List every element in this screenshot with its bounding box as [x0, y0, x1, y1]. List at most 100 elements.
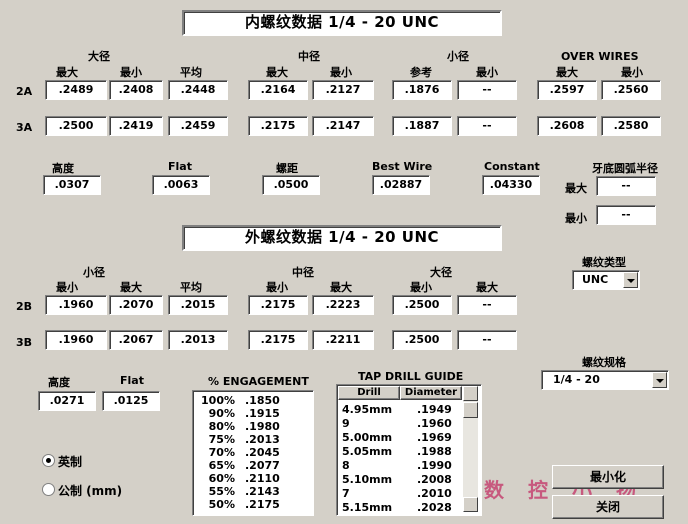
table-row[interactable]: 9 .1960: [339, 417, 459, 431]
field-2a-minor-ref[interactable]: .1876: [392, 80, 452, 100]
root-radius-min[interactable]: --: [596, 205, 656, 225]
row-label-2b: 2B: [16, 300, 33, 313]
thread-spec-value: 1/4 - 20: [553, 373, 600, 386]
col-label: 最小: [410, 281, 432, 294]
imperial-radio[interactable]: [42, 454, 55, 467]
field-2a-major-avg[interactable]: .2448: [168, 80, 228, 100]
field-3a-major-avg[interactable]: .2459: [168, 116, 228, 136]
tap-drill-list[interactable]: Drill Diameter 4.95mm .1949 9 .1960 5.00mm .1…: [336, 384, 482, 516]
chevron-down-icon[interactable]: [623, 272, 638, 288]
table-row[interactable]: 8 .1990: [339, 459, 459, 473]
field-2a-ow-max[interactable]: .2597: [537, 80, 597, 100]
field-3a-pitch-min[interactable]: .2147: [312, 116, 374, 136]
close-button[interactable]: 关闭: [552, 495, 664, 519]
row-label-3a: 3A: [16, 121, 33, 134]
over-wires-header: OVER WIRES: [561, 50, 639, 63]
list-item: 50% .2175: [199, 498, 280, 511]
field-2a-minor-min[interactable]: --: [457, 80, 517, 100]
param-best-wire[interactable]: .02887: [372, 175, 430, 195]
field-2b-pitch-min[interactable]: .2175: [248, 295, 308, 315]
field-3a-ow-max[interactable]: .2608: [537, 116, 597, 136]
field-2b-minor-min[interactable]: .1960: [45, 295, 107, 315]
engagement-percent: 70%: [208, 446, 235, 459]
field-2a-ow-min[interactable]: .2560: [601, 80, 661, 100]
param-height[interactable]: .0307: [43, 175, 101, 195]
thread-spec-label: 螺纹规格: [582, 356, 626, 369]
field-2b-major-min[interactable]: .2500: [392, 295, 452, 315]
drill-cell: 5.00mm: [342, 431, 393, 444]
ext-param-height[interactable]: .0271: [38, 391, 96, 411]
table-row[interactable]: 7 .2010: [339, 487, 459, 501]
field-2a-major-max[interactable]: .2489: [45, 80, 107, 100]
metric-radio[interactable]: [42, 483, 55, 496]
scroll-up-icon[interactable]: [463, 386, 478, 401]
col-label: 最小: [56, 281, 78, 294]
table-row[interactable]: 5.10mm .2008: [339, 473, 459, 487]
diameter-cell: .2010: [417, 487, 452, 500]
thread-spec-select[interactable]: 1/4 - 20: [541, 370, 669, 390]
root-radius-label: 牙底圆弧半径: [592, 162, 658, 175]
field-2a-pitch-max[interactable]: .2164: [248, 80, 308, 100]
field-3a-pitch-max[interactable]: .2175: [248, 116, 308, 136]
tap-drill-scrollbar[interactable]: [463, 386, 478, 512]
param-constant[interactable]: .04330: [482, 175, 540, 195]
engagement-percent: 55%: [208, 485, 235, 498]
drill-cell: 5.10mm: [342, 473, 393, 486]
field-3b-pitch-min[interactable]: .2175: [248, 330, 308, 350]
table-row[interactable]: 5.00mm .1969: [339, 431, 459, 445]
col-label: 最大: [556, 66, 578, 79]
diameter-cell: .1949: [417, 403, 452, 416]
ext-param-flat[interactable]: .0125: [102, 391, 160, 411]
field-3a-major-max[interactable]: .2500: [45, 116, 107, 136]
table-row[interactable]: 5.05mm .1988: [339, 445, 459, 459]
list-item: 75% .2013: [199, 433, 280, 446]
field-3b-minor-min[interactable]: .1960: [45, 330, 107, 350]
diameter-cell: .1969: [417, 431, 452, 444]
root-radius-max[interactable]: --: [596, 176, 656, 196]
diameter-column-header[interactable]: Diameter: [400, 386, 462, 400]
col-label: 最小: [621, 66, 643, 79]
list-item: 55% .2143: [199, 485, 280, 498]
table-row[interactable]: 4.95mm .1949: [339, 403, 459, 417]
field-3b-pitch-max[interactable]: .2211: [312, 330, 374, 350]
drill-cell: 9: [342, 417, 350, 430]
scroll-down-icon[interactable]: [463, 497, 478, 512]
col-label: 平均: [180, 66, 202, 79]
field-2b-minor-max[interactable]: .2070: [109, 295, 163, 315]
imperial-label[interactable]: 英制: [58, 453, 82, 470]
list-item: 65% .2077: [199, 459, 280, 472]
internal-pitch-header: 中径: [298, 50, 320, 63]
external-thread-title: 外螺纹数据 1/4 - 20 UNC: [182, 225, 502, 251]
scroll-thumb[interactable]: [463, 402, 478, 418]
field-3b-minor-avg[interactable]: .2013: [168, 330, 228, 350]
chevron-down-icon[interactable]: [652, 372, 667, 388]
field-3b-minor-max[interactable]: .2067: [109, 330, 163, 350]
param-flat[interactable]: .0063: [152, 175, 210, 195]
field-3a-major-min[interactable]: .2419: [109, 116, 163, 136]
param-pitch[interactable]: .0500: [262, 175, 320, 195]
field-3a-minor-ref[interactable]: .1887: [392, 116, 452, 136]
field-2a-major-min[interactable]: .2408: [109, 80, 163, 100]
col-label: 最大: [266, 66, 288, 79]
field-3a-minor-min[interactable]: --: [457, 116, 517, 136]
thread-type-select[interactable]: UNC: [572, 270, 640, 290]
table-row[interactable]: 5.15mm .2028: [339, 501, 459, 515]
engagement-list[interactable]: 100% .1850 90% .1915 80% .1980 75% .2013 70% .204…: [192, 390, 314, 516]
drill-cell: 5.05mm: [342, 445, 393, 458]
field-2b-minor-avg[interactable]: .2015: [168, 295, 228, 315]
field-2a-pitch-min[interactable]: .2127: [312, 80, 374, 100]
root-radius-min-label: 最小: [565, 212, 587, 225]
field-3b-major-max[interactable]: --: [457, 330, 517, 350]
drill-column-header[interactable]: Drill: [338, 386, 400, 400]
engagement-diameter: .2143: [245, 485, 280, 498]
engagement-percent: 75%: [208, 433, 235, 446]
field-2b-pitch-max[interactable]: .2223: [312, 295, 374, 315]
field-3b-major-min[interactable]: .2500: [392, 330, 452, 350]
minimize-button[interactable]: 最小化: [552, 465, 664, 489]
diameter-cell: .2008: [417, 473, 452, 486]
field-3a-ow-min[interactable]: .2580: [601, 116, 661, 136]
metric-label[interactable]: 公制 (mm): [58, 482, 122, 499]
internal-minor-header: 小径: [447, 50, 469, 63]
field-2b-major-max[interactable]: --: [457, 295, 517, 315]
col-label: 最大: [330, 281, 352, 294]
